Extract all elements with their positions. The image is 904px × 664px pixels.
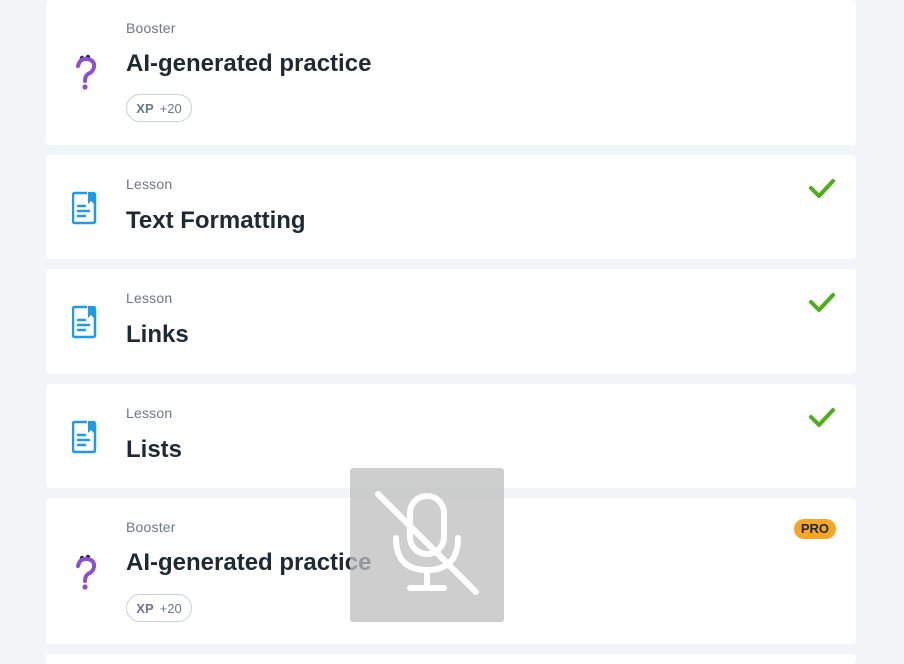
xp-value: +20 xyxy=(159,100,182,116)
question-mark-icon xyxy=(72,552,102,597)
checkmark-icon xyxy=(808,291,836,318)
card-title: Text Formatting xyxy=(126,207,306,234)
checkmark-icon xyxy=(808,406,836,433)
card-title: Links xyxy=(126,321,189,348)
xp-label: XP xyxy=(136,100,154,116)
lesson-document-icon xyxy=(71,191,98,230)
pro-badge: PRO xyxy=(793,519,836,539)
question-mark-icon xyxy=(72,52,102,97)
lesson-card[interactable]: Lesson Links xyxy=(46,269,856,374)
xp-value: +20 xyxy=(159,600,182,616)
booster-card[interactable]: Booster AI-generated practice XP +20 xyxy=(46,0,856,145)
lesson-document-icon xyxy=(71,305,98,344)
card-type-label: Booster xyxy=(126,20,176,36)
xp-badge: XP +20 xyxy=(126,594,192,622)
microphone-muted-icon xyxy=(372,488,482,603)
card-title: AI-generated practice xyxy=(126,50,372,77)
lesson-card[interactable]: Lesson Text Formatting xyxy=(46,155,856,259)
card-title: AI-generated practice xyxy=(126,549,372,576)
lesson-document-icon xyxy=(71,420,98,459)
card-type-label: Lesson xyxy=(126,176,173,192)
xp-label: XP xyxy=(136,600,154,616)
card-title: Lists xyxy=(126,436,183,463)
checkmark-icon xyxy=(808,177,836,204)
card-type-label: Lesson xyxy=(126,405,173,421)
card-type-label: Booster xyxy=(126,519,176,535)
xp-badge: XP +20 xyxy=(126,94,192,122)
card-type-label: Lesson xyxy=(126,290,173,306)
muted-microphone-overlay xyxy=(350,468,504,622)
next-card[interactable] xyxy=(46,654,856,664)
